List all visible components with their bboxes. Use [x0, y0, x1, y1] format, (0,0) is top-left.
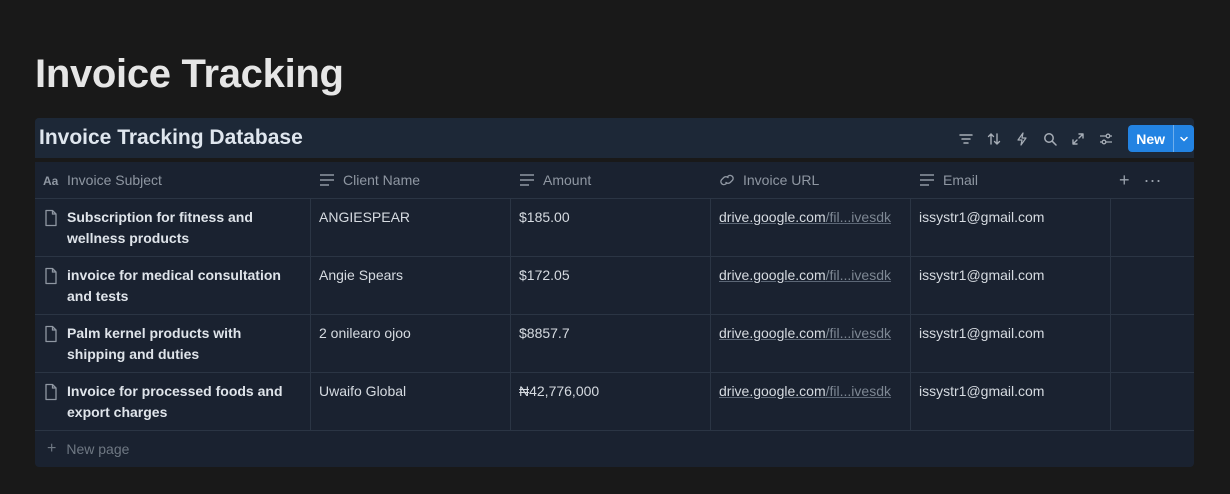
expand-icon[interactable] — [1064, 126, 1092, 152]
search-icon[interactable] — [1036, 126, 1064, 152]
url-domain[interactable]: drive.google.com — [719, 209, 826, 225]
text-icon — [519, 173, 537, 187]
invoice-table: Aa Invoice Subject Client Name Amount In… — [35, 162, 1194, 467]
column-header-invoice-subject[interactable]: Aa Invoice Subject — [35, 162, 311, 198]
new-page-button[interactable]: + New page — [35, 431, 1194, 467]
cell-empty — [1111, 373, 1194, 430]
url-path[interactable]: /fil...ivesdk — [826, 383, 891, 399]
chevron-down-icon[interactable] — [1173, 125, 1194, 152]
cell-client-name[interactable]: Uwaifo Global — [311, 373, 511, 430]
row-title[interactable]: Palm kernel products with shipping and d… — [67, 323, 302, 372]
new-button-label[interactable]: New — [1128, 125, 1173, 152]
cell-email[interactable]: issystr1@gmail.com — [911, 373, 1111, 430]
svg-text:Aa: Aa — [43, 174, 59, 187]
cell-client-name[interactable]: ANGIESPEAR — [311, 199, 511, 256]
filter-icon[interactable] — [952, 126, 980, 152]
cell-amount[interactable]: $172.05 — [511, 257, 711, 314]
title-icon: Aa — [43, 173, 61, 187]
cell-empty — [1111, 315, 1194, 372]
cell-invoice-subject[interactable]: Invoice for processed foods and export c… — [35, 373, 311, 430]
more-options-icon[interactable]: ··· — [1144, 170, 1162, 191]
column-header-client-name[interactable]: Client Name — [311, 162, 511, 198]
cell-email[interactable]: issystr1@gmail.com — [911, 315, 1111, 372]
database-header: Invoice Tracking Database New — [35, 118, 1194, 158]
cell-amount[interactable]: $8857.7 — [511, 315, 711, 372]
page-title: Invoice Tracking — [35, 52, 344, 96]
cell-email[interactable]: issystr1@gmail.com — [911, 199, 1111, 256]
database-title[interactable]: Invoice Tracking Database — [39, 126, 303, 150]
table-header: Aa Invoice Subject Client Name Amount In… — [35, 162, 1194, 199]
row-title[interactable]: invoice for medical consultation and tes… — [67, 265, 302, 314]
cell-invoice-url[interactable]: drive.google.com/fil...ivesdk — [711, 199, 911, 256]
text-icon — [919, 173, 937, 187]
url-path[interactable]: /fil...ivesdk — [826, 325, 891, 341]
cell-amount[interactable]: ₦42,776,000 — [511, 373, 711, 430]
url-domain[interactable]: drive.google.com — [719, 383, 826, 399]
cell-client-name[interactable]: 2 onilearo ojoo — [311, 315, 511, 372]
database-toolbar: New — [952, 125, 1194, 152]
cell-invoice-subject[interactable]: Subscription for fitness and wellness pr… — [35, 199, 311, 256]
new-button[interactable]: New — [1128, 125, 1194, 152]
cell-empty — [1111, 199, 1194, 256]
cell-invoice-url[interactable]: drive.google.com/fil...ivesdk — [711, 315, 911, 372]
cell-invoice-url[interactable]: drive.google.com/fil...ivesdk — [711, 257, 911, 314]
settings-icon[interactable] — [1092, 126, 1120, 152]
cell-amount[interactable]: $185.00 — [511, 199, 711, 256]
url-domain[interactable]: drive.google.com — [719, 325, 826, 341]
page-icon — [45, 383, 57, 401]
cell-empty — [1111, 257, 1194, 314]
cell-client-name[interactable]: Angie Spears — [311, 257, 511, 314]
cell-invoice-subject[interactable]: Palm kernel products with shipping and d… — [35, 315, 311, 372]
database-view: Invoice Tracking Database New Aa Invoice… — [35, 118, 1194, 467]
column-label: Client Name — [343, 172, 421, 188]
new-page-label: New page — [66, 441, 130, 457]
url-path[interactable]: /fil...ivesdk — [826, 209, 891, 225]
table-row[interactable]: Subscription for fitness and wellness pr… — [35, 199, 1194, 257]
sort-icon[interactable] — [980, 126, 1008, 152]
column-header-email[interactable]: Email — [911, 162, 1111, 198]
text-icon — [319, 173, 337, 187]
page-icon — [45, 325, 57, 343]
row-title[interactable]: Invoice for processed foods and export c… — [67, 381, 302, 430]
header-actions: + ··· — [1111, 162, 1194, 198]
table-row[interactable]: Invoice for processed foods and export c… — [35, 373, 1194, 431]
table-row[interactable]: Palm kernel products with shipping and d… — [35, 315, 1194, 373]
cell-email[interactable]: issystr1@gmail.com — [911, 257, 1111, 314]
add-column-icon[interactable]: + — [1119, 170, 1130, 191]
cell-invoice-url[interactable]: drive.google.com/fil...ivesdk — [711, 373, 911, 430]
table-row[interactable]: invoice for medical consultation and tes… — [35, 257, 1194, 315]
column-label: Invoice Subject — [67, 172, 162, 188]
url-path[interactable]: /fil...ivesdk — [826, 267, 891, 283]
plus-icon: + — [47, 440, 57, 457]
row-title[interactable]: Subscription for fitness and wellness pr… — [67, 207, 302, 256]
column-label: Amount — [543, 172, 592, 188]
column-label: Invoice URL — [743, 172, 820, 188]
link-icon — [719, 173, 737, 187]
page-icon — [45, 209, 57, 227]
automation-icon[interactable] — [1008, 126, 1036, 152]
column-label: Email — [943, 172, 979, 188]
column-header-invoice-url[interactable]: Invoice URL — [711, 162, 911, 198]
cell-invoice-subject[interactable]: invoice for medical consultation and tes… — [35, 257, 311, 314]
column-header-amount[interactable]: Amount — [511, 162, 711, 198]
page-icon — [45, 267, 57, 285]
url-domain[interactable]: drive.google.com — [719, 267, 826, 283]
